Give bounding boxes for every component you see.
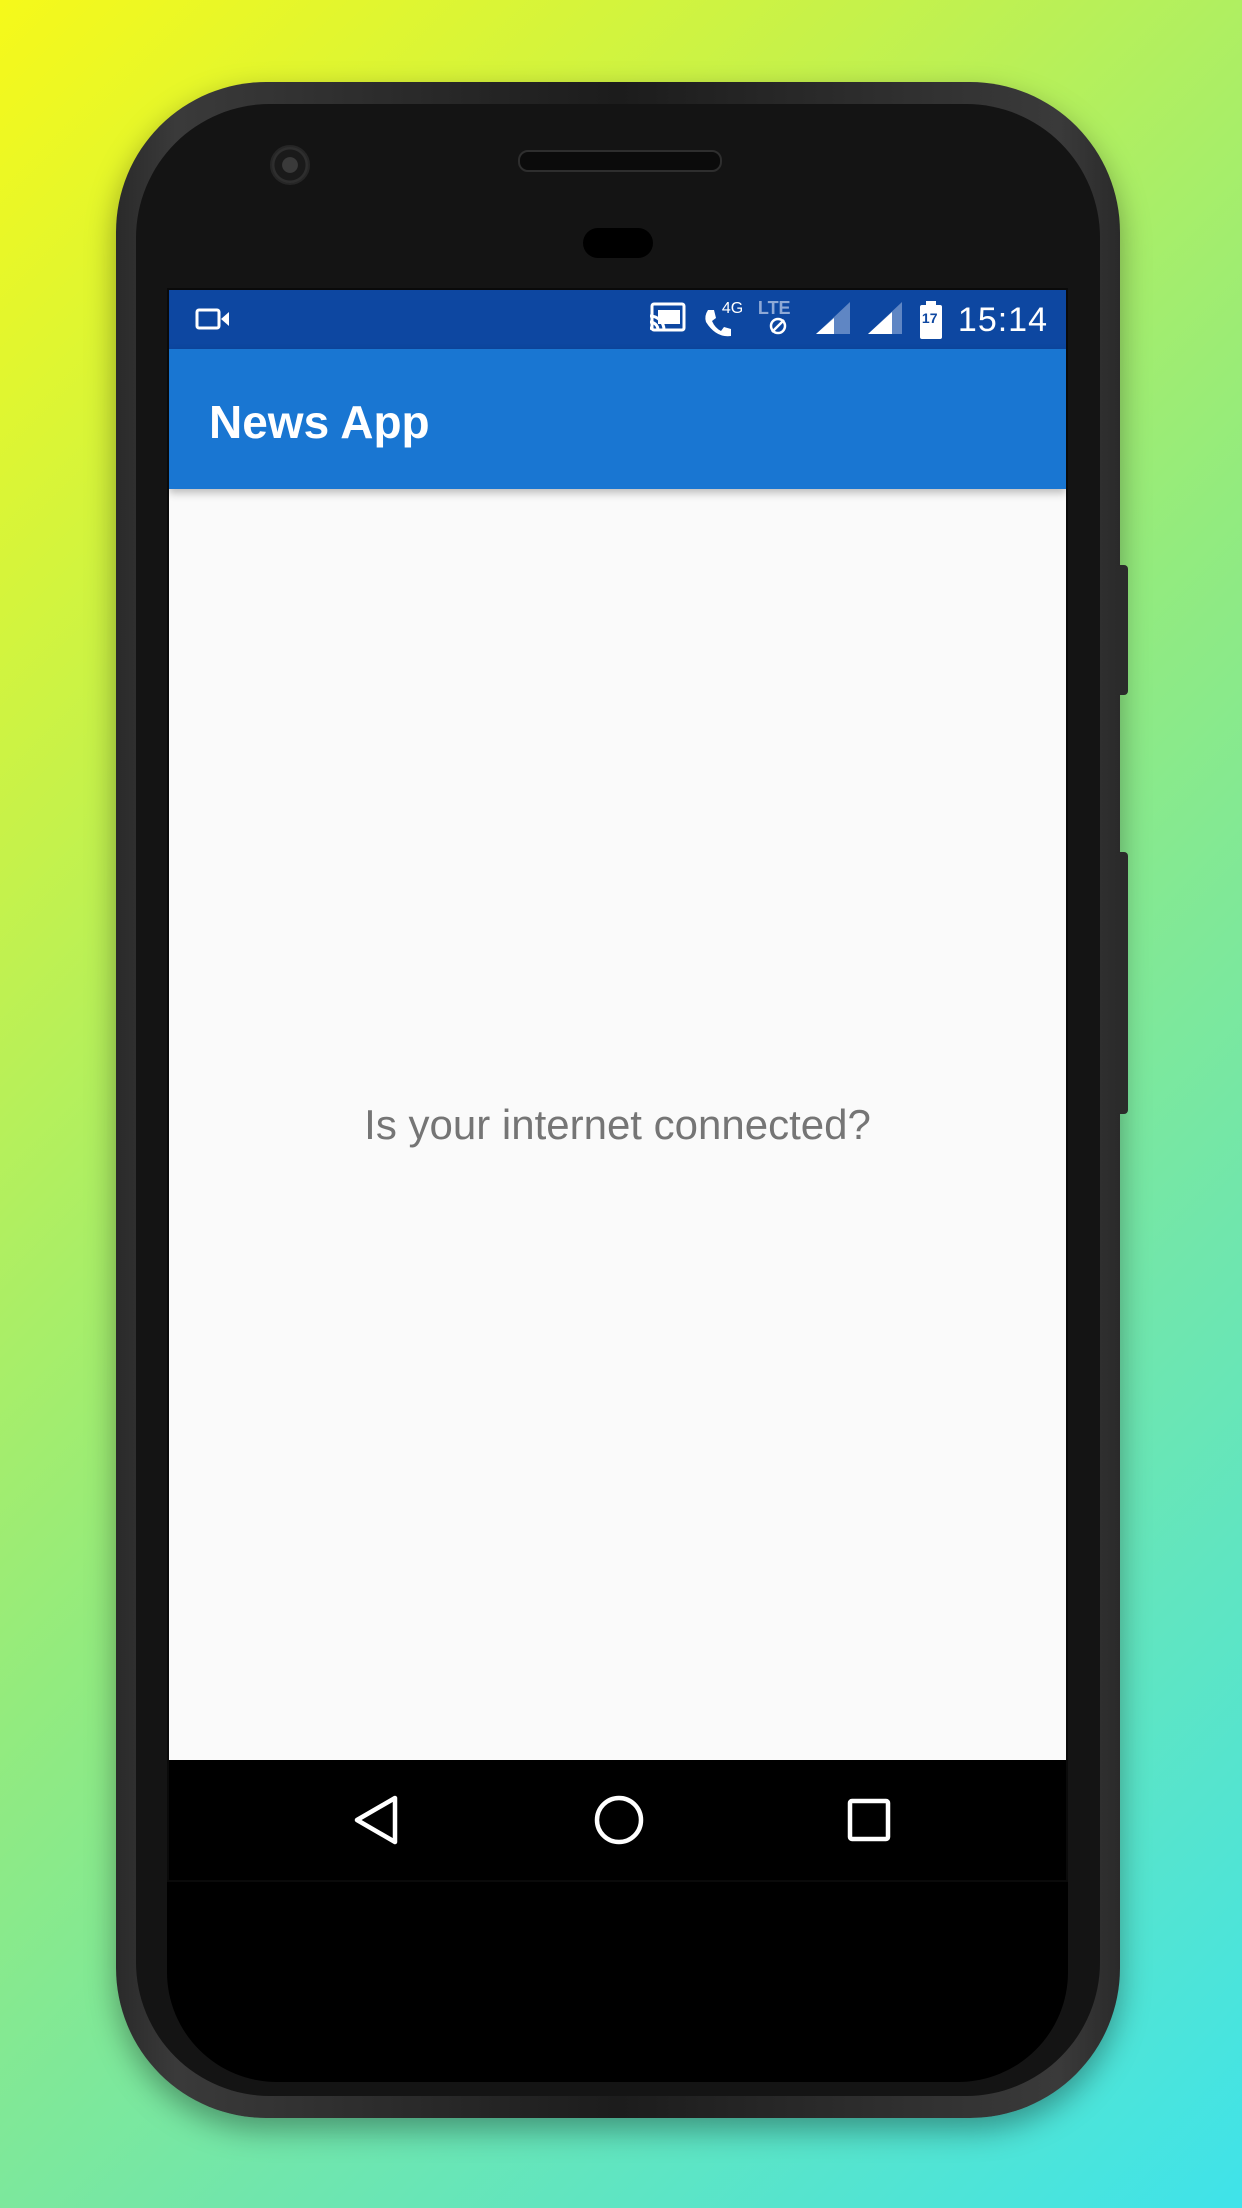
proximity-sensor	[583, 228, 653, 258]
main-content: Is your internet connected?	[169, 489, 1066, 1764]
signal-icon	[814, 300, 852, 341]
power-button	[1116, 565, 1128, 695]
status-clock: 15:14	[957, 300, 1048, 339]
navigation-bar	[169, 1760, 1066, 1880]
app-bar: News App	[169, 349, 1066, 489]
cast-icon	[648, 302, 688, 339]
earpiece-speaker	[518, 150, 722, 172]
screen: 4G LTE 17 15:14 News App Is your interne…	[167, 288, 1068, 1882]
recents-icon[interactable]	[837, 1788, 901, 1852]
app-title: News App	[209, 396, 430, 448]
signal-icon	[866, 300, 904, 341]
wifi-call-icon: 4G	[702, 300, 744, 338]
front-camera	[270, 145, 310, 185]
network-label-4g: 4G	[721, 300, 744, 317]
status-bar: 4G LTE 17 15:14	[169, 290, 1066, 349]
connection-message: Is your internet connected?	[364, 1101, 871, 1148]
back-icon[interactable]	[344, 1788, 408, 1852]
battery-level: 17	[921, 310, 938, 326]
video-camera-icon	[195, 306, 231, 337]
battery-icon: 17	[918, 300, 944, 340]
home-icon[interactable]	[587, 1788, 651, 1852]
volume-button	[1116, 852, 1128, 1114]
phone-chin	[167, 1882, 1068, 2082]
data-saver-icon: LTE	[756, 298, 800, 338]
